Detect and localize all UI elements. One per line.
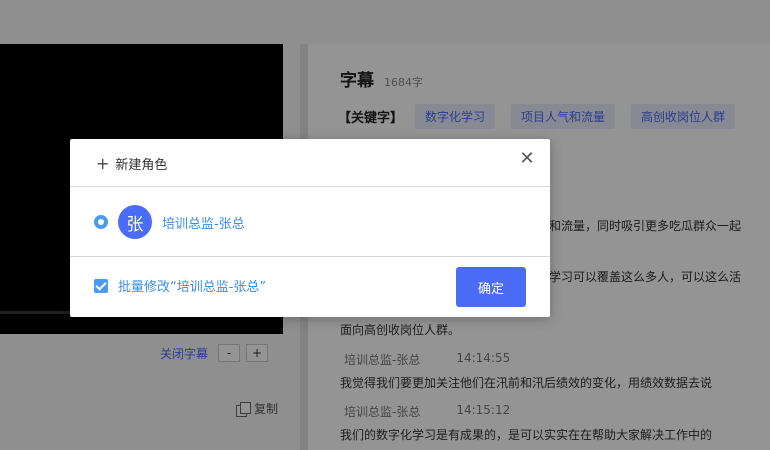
new-role-button[interactable]: + 新建角色	[96, 154, 167, 173]
new-role-label: 新建角色	[115, 158, 168, 173]
confirm-button[interactable]: 确定	[456, 267, 526, 307]
batch-edit-checkbox[interactable]	[94, 278, 108, 293]
batch-edit-option[interactable]: 批量修改“培训总监-张总”	[94, 276, 266, 295]
avatar: 张	[118, 205, 152, 239]
role-option[interactable]: 张 培训总监-张总	[94, 205, 245, 239]
modal-header: + 新建角色 ✕	[70, 139, 550, 187]
modal-divider	[70, 256, 550, 257]
batch-edit-label: 批量修改“培训总监-张总”	[118, 280, 267, 295]
role-name: 培训总监-张总	[162, 216, 245, 232]
close-icon[interactable]: ✕	[518, 150, 536, 168]
plus-icon: +	[96, 153, 110, 173]
role-radio[interactable]	[94, 215, 108, 229]
role-modal: + 新建角色 ✕ 张 培训总监-张总 批量修改“培训总监-张总” 确定	[70, 139, 550, 317]
